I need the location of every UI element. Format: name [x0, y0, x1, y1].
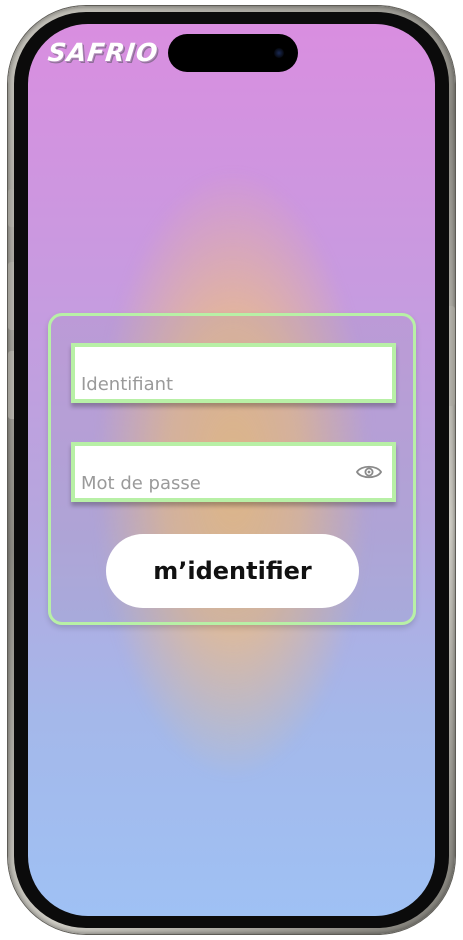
app-screen: SAFRIO m’identifier	[28, 24, 435, 916]
password-input[interactable]	[75, 446, 392, 498]
username-field[interactable]	[71, 343, 396, 403]
password-field[interactable]	[71, 442, 396, 502]
eye-icon[interactable]	[356, 463, 382, 481]
camera-icon	[274, 48, 284, 58]
dynamic-island	[168, 34, 298, 72]
brand-logo: SAFRIO	[46, 38, 160, 67]
username-input[interactable]	[75, 347, 392, 399]
login-button[interactable]: m’identifier	[106, 534, 359, 608]
login-form: m’identifier	[48, 313, 416, 625]
